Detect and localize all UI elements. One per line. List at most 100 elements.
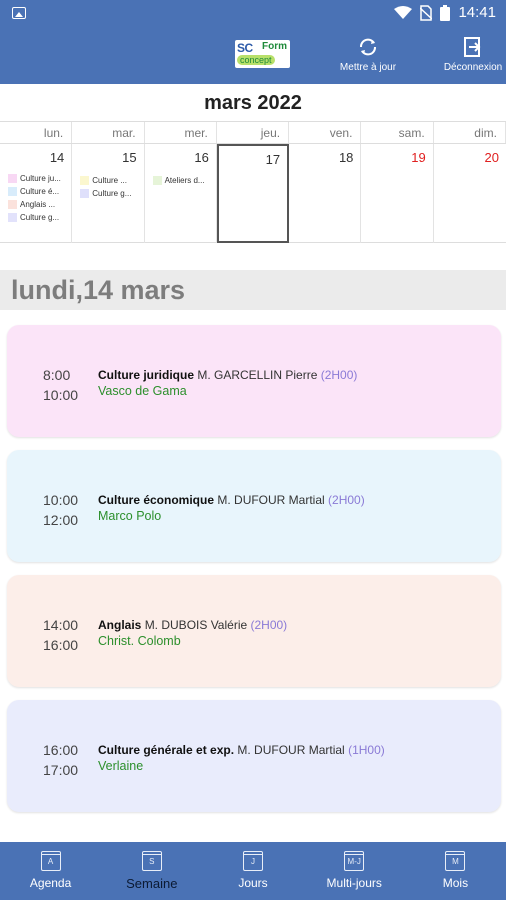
tab-label: Agenda [29,876,72,890]
event-color-swatch [8,200,17,209]
tab-label: Mois [442,876,469,890]
month-title: mars 2022 [0,84,506,122]
battery-icon [440,4,451,21]
day-event-label: Anglais ... [20,200,56,209]
event-duration: (2H00) [250,618,288,632]
status-time: 14:41 [458,4,496,21]
event-teacher: M. GARCELLIN Pierre [197,368,318,382]
event-card[interactable]: 14:00 16:00 Anglais M. DUBOIS Valérie (2… [7,575,501,687]
event-start-time: 16:00 [43,742,79,758]
day-event-label: Culture ju... [20,174,61,183]
app-logo: SC Form concept [235,40,290,68]
tab-multi-jours[interactable]: M-J Multi-jours [304,842,405,900]
event-duration: (2H00) [328,493,365,507]
event-color-swatch [152,176,162,185]
day-events: Culture ... Culture g... [80,174,131,200]
weekday-label: jeu. [217,122,290,143]
tab-mois[interactable]: M Mois [405,842,506,900]
logout-button[interactable]: Déconnexion [440,36,506,73]
event-times: 8:00 10:00 [43,365,78,405]
tab-label: Semaine [126,876,178,891]
logo-text-form: Form [262,41,287,52]
event-times: 16:00 17:00 [43,740,78,780]
status-bar: 14:41 [0,0,506,28]
event-start-time: 8:00 [43,367,71,383]
tab-label: Multi-jours [326,876,382,890]
event-color-swatch [80,189,90,198]
selected-day-title: lundi,14 mars [11,275,186,305]
weekday-label: dim. [434,122,506,143]
day-number: 16 [194,150,209,165]
event-end-time: 12:00 [43,512,79,528]
event-teacher: M. DUFOUR Martial [217,493,325,507]
event-start-time: 14:00 [43,617,79,633]
refresh-button[interactable]: Mettre à jour [333,36,403,73]
day-number: 18 [338,150,354,165]
weekday-label: ven. [289,122,362,143]
event-subject: Anglais [98,618,142,632]
event-times: 10:00 12:00 [43,490,78,530]
week-calendar-icon: S [141,851,162,871]
event-subject: Culture économique [98,493,215,507]
event-end-time: 17:00 [43,762,79,778]
calendar-day-14[interactable]: 14 Culture ju... Culture é... Anglais ..… [0,144,73,243]
tab-jours[interactable]: J Jours [202,842,303,900]
calendar-day-16[interactable]: 16 Ateliers d... [145,144,217,243]
day-event[interactable]: Culture g... [8,211,61,224]
day-event[interactable]: Culture é... [8,185,61,198]
weekday-header: lun. mar. mer. jeu. ven. sam. dim. [0,122,506,144]
event-teacher: M. DUFOUR Martial [237,743,345,757]
calendar-day-17-today[interactable]: 17 [216,144,290,243]
logout-icon [464,37,481,57]
event-info: Culture générale et exp. M. DUFOUR Marti… [98,742,385,774]
event-info: Anglais M. DUBOIS Valérie (2H00) Christ.… [98,617,287,649]
event-end-time: 16:00 [43,637,79,653]
event-info: Culture juridique M. GARCELLIN Pierre (2… [98,367,357,399]
event-end-time: 10:00 [43,387,79,403]
bottom-navigation: A Agenda S Semaine J Jours M-J Multi-jou… [0,842,506,900]
event-duration: (2H00) [320,368,358,382]
calendar-day-20[interactable]: 20 [434,144,506,243]
logout-label: Déconnexion [443,62,503,73]
day-event[interactable]: Ateliers d... [152,174,205,187]
event-card[interactable]: 16:00 17:00 Culture générale et exp. M. … [7,700,501,812]
calendar-day-15[interactable]: 15 Culture ... Culture g... [72,144,145,243]
event-color-swatch [8,174,17,183]
event-card[interactable]: 8:00 10:00 Culture juridique M. GARCELLI… [7,325,501,437]
event-color-swatch [8,187,17,196]
day-event[interactable]: Anglais ... [8,198,61,211]
event-duration: (1H00) [348,743,385,757]
event-start-time: 10:00 [43,492,79,508]
multi-day-calendar-icon: M-J [344,851,365,871]
tab-label: Jours [238,876,268,890]
day-event[interactable]: Culture g... [80,187,131,200]
weekday-label: lun. [0,122,73,143]
status-icons: 14:41 [394,4,496,21]
day-event[interactable]: Culture ... [80,174,131,187]
tab-semaine[interactable]: S Semaine [101,842,202,900]
refresh-label: Mettre à jour [339,62,397,73]
event-teacher: M. DUBOIS Valérie [144,618,248,632]
weekday-label: mar. [72,122,145,143]
day-number: 19 [411,150,426,165]
wifi-icon [394,5,413,19]
event-room: Marco Polo [98,509,162,523]
event-color-swatch [80,176,90,185]
refresh-icon [360,38,376,56]
no-sim-icon [420,4,433,21]
day-number: 17 [265,152,281,167]
tab-agenda[interactable]: A Agenda [0,842,101,900]
day-number: 20 [484,150,499,165]
day-event[interactable]: Culture ju... [8,172,61,185]
weekday-label: sam. [361,122,434,143]
day-number: 15 [122,150,137,165]
event-subject: Culture générale et exp. [98,743,235,757]
event-card[interactable]: 10:00 12:00 Culture économique M. DUFOUR… [7,450,501,562]
day-number: 14 [49,150,65,165]
day-event-label: Ateliers d... [164,176,205,185]
calendar-day-18[interactable]: 18 [289,144,362,243]
calendar-day-19[interactable]: 19 [361,144,434,243]
event-room: Vasco de Gama [98,384,187,398]
month-calendar-icon: M [445,851,466,871]
app-screen: 14:41 SC Form concept Mettre à jour Déco… [0,0,506,900]
